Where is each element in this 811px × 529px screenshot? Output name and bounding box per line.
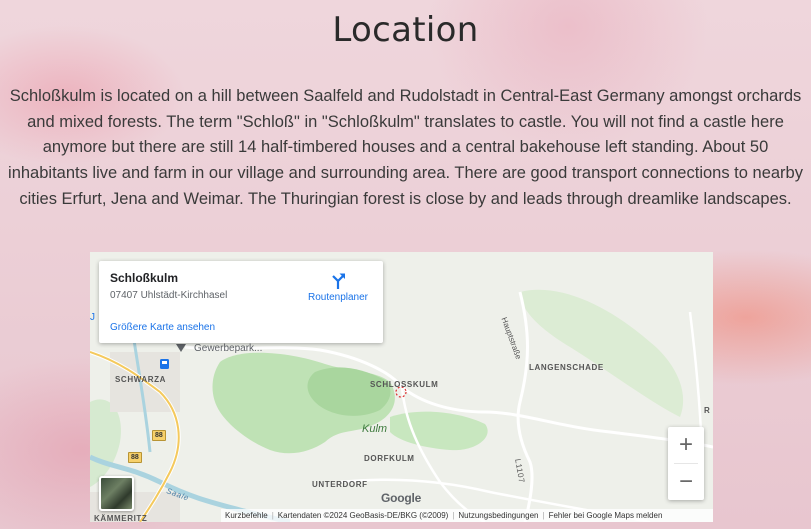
satellite-layer-icon[interactable] (99, 476, 134, 511)
google-logo-text: Google (381, 491, 422, 505)
map-label-edge-r: R (704, 406, 711, 415)
intro-line: Schloßkulm is located on a hill between … (9, 87, 802, 105)
map-label-unterdorf: UNTERDORF (312, 480, 368, 489)
place-title: Schloßkulm (110, 271, 179, 285)
route-planner-label: Routenplaner (307, 292, 369, 303)
map-label-gewerbepark: Gewerbepark... (194, 343, 263, 354)
place-address: 07407 Uhlstädt-Kirchhasel (110, 290, 228, 301)
map-label-edge-j: J (90, 312, 96, 323)
map-label-schlosskulm: SCHLOSSKULM (370, 380, 439, 389)
map-label-dorfkulm: DORFKULM (364, 454, 415, 463)
map-label-langenschade: LANGENSCHADE (529, 363, 604, 372)
directions-arrow-icon (332, 273, 345, 289)
intro-line: cities Erfurt, Jena and Weimar. The Thur… (19, 189, 792, 208)
larger-map-link[interactable]: Größere Karte ansehen (110, 322, 215, 333)
zoom-out-button[interactable]: − (668, 464, 704, 500)
intro-line: anymore but there are still 14 half-timb… (42, 138, 769, 157)
map-label-schwarza: SCHWARZA (115, 375, 167, 384)
terms-link[interactable]: Nutzungsbedingungen (454, 509, 542, 522)
zoom-control: + − (668, 427, 704, 500)
map-data-credit: Kartendaten ©2024 GeoBasis-DE/BKG (©2009… (277, 511, 449, 520)
map-info-card: Schloßkulm 07407 Uhlstädt-Kirchhasel Grö… (99, 261, 383, 343)
route-planner-button[interactable]: Routenplaner (302, 272, 374, 308)
map-label-kulm: Kulm (362, 423, 388, 435)
keyboard-shortcuts-link[interactable]: Kurzbefehle (221, 509, 272, 522)
road-number-badge: 88 (152, 430, 166, 441)
zoom-in-button[interactable]: + (668, 427, 704, 463)
google-logo: Google (381, 491, 421, 505)
intro-line: and mixed forests. The term "Schloß" in … (27, 112, 784, 131)
intro-line: inhabitants live and farm in our village… (8, 164, 803, 183)
report-error-link[interactable]: Fehler bei Google Maps melden (545, 509, 667, 522)
train-station-icon-window (162, 361, 167, 364)
page-title: Location (332, 10, 479, 50)
intro-paragraph: Schloßkulm is located on a hill between … (8, 84, 803, 213)
map-label-kammeritz: KÄMMERITZ (94, 514, 148, 522)
map-attribution-bar: Kurzbefehle | Kartendaten ©2024 GeoBasis-D… (221, 509, 713, 522)
road-number-badge: 88 (128, 452, 142, 463)
